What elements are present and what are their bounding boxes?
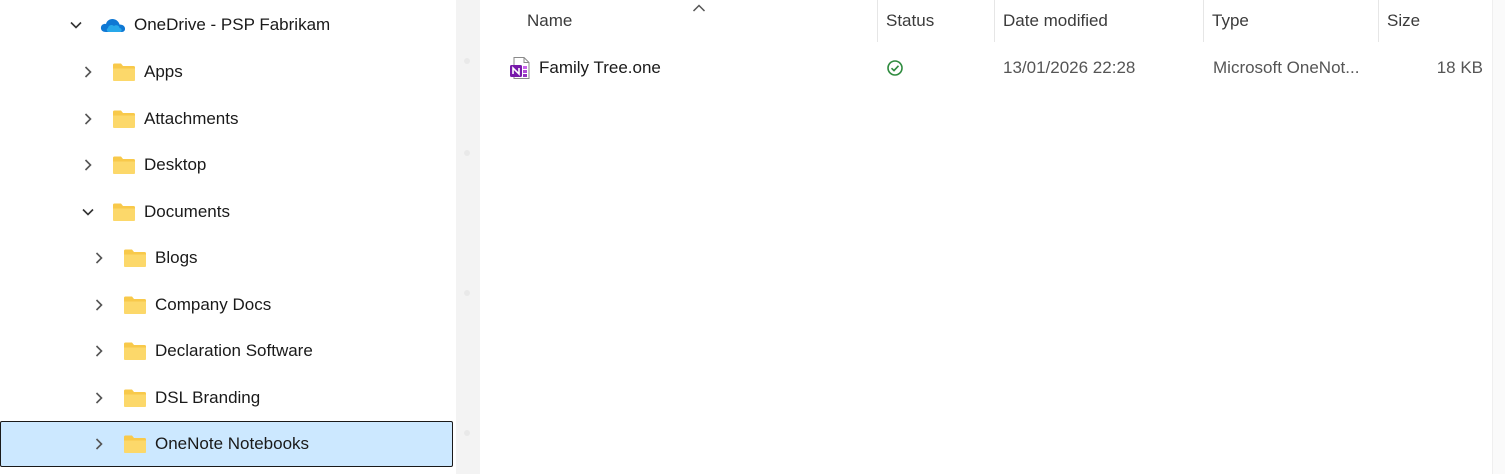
folder-icon <box>123 248 147 268</box>
tree-item-label: OneNote Notebooks <box>155 434 310 453</box>
tree-item-apps[interactable]: Apps <box>76 50 456 94</box>
chevron-right-icon[interactable] <box>87 386 111 410</box>
tree-item-label: Blogs <box>155 248 198 267</box>
tree-item-label: OneDrive - PSP Fabrikam <box>134 15 331 34</box>
chevron-right-icon[interactable] <box>76 107 100 131</box>
file-name: Family Tree.one <box>539 58 661 77</box>
tree-item-label: Desktop <box>144 155 207 174</box>
column-header-label: Date modified <box>1003 11 1108 30</box>
tree-item-onedrive[interactable]: OneDrive - PSP Fabrikam <box>64 3 456 47</box>
column-header-type[interactable]: Type <box>1204 0 1378 42</box>
chevron-down-icon[interactable] <box>64 13 88 37</box>
splitter-grip-dot <box>464 290 470 296</box>
folder-icon <box>123 295 147 315</box>
chevron-right-icon[interactable] <box>87 246 111 270</box>
tree-item-label: Attachments <box>144 109 239 128</box>
chevron-down-icon[interactable] <box>76 200 100 224</box>
synced-check-icon <box>886 59 904 77</box>
column-header-label: Name <box>527 11 573 30</box>
file-type: Microsoft OneNot... <box>1213 58 1360 77</box>
pane-splitter[interactable] <box>456 0 480 474</box>
column-header-date-modified[interactable]: Date modified <box>995 0 1203 42</box>
folder-icon <box>123 388 147 408</box>
folder-icon <box>123 434 147 454</box>
onenote-file-icon <box>509 56 531 80</box>
folder-icon <box>112 202 136 222</box>
tree-item-dsl-branding[interactable]: DSL Branding <box>87 376 456 420</box>
chevron-right-icon[interactable] <box>87 293 111 317</box>
tree-item-blogs[interactable]: Blogs <box>87 236 456 280</box>
column-header-name[interactable]: Name <box>519 0 877 42</box>
vertical-scrollbar-track[interactable] <box>1492 0 1505 474</box>
tree-item-label: Declaration Software <box>155 341 313 360</box>
chevron-right-icon[interactable] <box>76 153 100 177</box>
folder-icon <box>112 109 136 129</box>
column-header-size[interactable]: Size <box>1379 0 1489 42</box>
tree-item-documents[interactable]: Documents <box>76 190 456 234</box>
file-row[interactable]: Family Tree.one 13/01/2026 22:28 Microso… <box>480 48 1505 88</box>
column-header-label: Status <box>886 11 935 30</box>
file-size: 18 KB <box>1436 58 1483 77</box>
tree-item-declaration-software[interactable]: Declaration Software <box>87 329 456 373</box>
column-header-label: Size <box>1387 11 1421 30</box>
tree-item-attachments[interactable]: Attachments <box>76 97 456 141</box>
tree-item-desktop[interactable]: Desktop <box>76 143 456 187</box>
column-headers: Name Status Date modified Type Size <box>480 0 1505 42</box>
tree-item-label: DSL Branding <box>155 388 261 407</box>
tree-item-label: Apps <box>144 62 183 81</box>
splitter-grip-dot <box>464 430 470 436</box>
splitter-grip-dot <box>464 150 470 156</box>
chevron-right-icon[interactable] <box>76 60 100 84</box>
folder-icon <box>112 62 136 82</box>
file-date-modified: 13/01/2026 22:28 <box>1003 58 1136 77</box>
file-status-cell <box>886 48 904 88</box>
file-list-pane: Name Status Date modified Type Size Fami… <box>480 0 1505 474</box>
column-header-label: Type <box>1212 11 1249 30</box>
tree-item-label: Documents <box>144 202 230 221</box>
chevron-right-icon[interactable] <box>87 339 111 363</box>
tree-item-onenote-notebooks[interactable]: OneNote Notebooks <box>0 421 453 467</box>
tree-item-company-docs[interactable]: Company Docs <box>87 283 456 327</box>
splitter-grip-dot <box>464 58 470 64</box>
column-header-status[interactable]: Status <box>878 0 994 42</box>
onedrive-cloud-icon <box>100 15 126 35</box>
chevron-right-icon[interactable] <box>87 432 111 456</box>
file-name-cell: Family Tree.one <box>509 48 661 88</box>
navigation-pane: OneDrive - PSP Fabrikam Apps Attachments… <box>0 0 456 474</box>
folder-icon <box>112 155 136 175</box>
folder-icon <box>123 341 147 361</box>
tree-item-label: Company Docs <box>155 295 272 314</box>
